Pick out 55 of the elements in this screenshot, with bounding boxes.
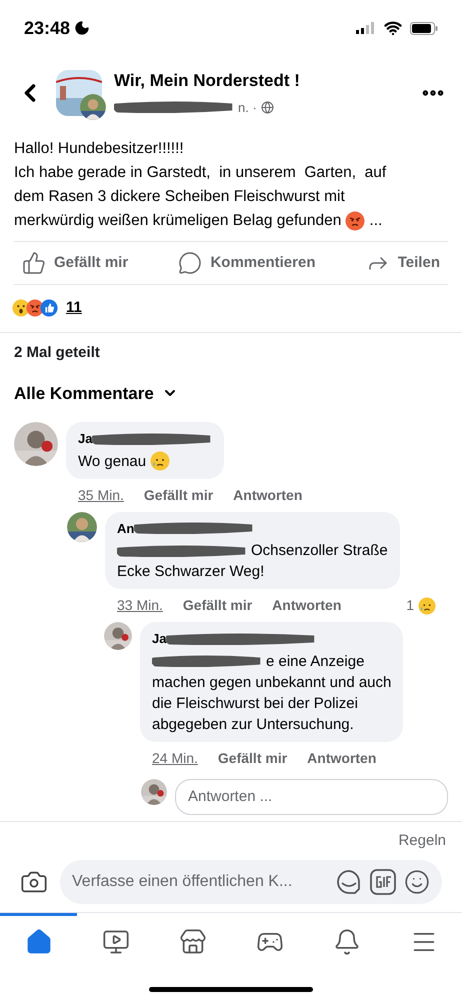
gif-icon[interactable] [370, 869, 396, 895]
comment-text: Ecke Schwarzer Weg! [117, 562, 266, 582]
like-link[interactable]: Gefällt mir [218, 748, 288, 769]
globe-icon [260, 100, 274, 114]
reply-link[interactable]: Antworten [233, 484, 302, 506]
wifi-icon [384, 19, 402, 37]
reply-field[interactable]: Antworten ... [175, 778, 448, 816]
comment-text: abgegeben zur Untersuchung. [152, 714, 355, 735]
comment-time[interactable]: 33 Min. [117, 595, 163, 616]
comment-author[interactable]: Ja [78, 429, 92, 449]
shop-icon [178, 928, 206, 956]
play-screen-icon [102, 928, 130, 956]
angry-face-icon [345, 211, 366, 232]
comment-text: Wo genau [78, 452, 146, 472]
speech-bubble-icon [178, 251, 202, 276]
sad-face-icon [150, 451, 170, 472]
share-count: 2 Mal geteilt [14, 344, 100, 361]
emoji-icon[interactable] [404, 869, 430, 895]
comment-author[interactable]: An [117, 518, 134, 538]
reply-link[interactable]: Antworten [307, 748, 376, 769]
comment-author[interactable]: Ja [152, 629, 166, 649]
bell-icon [332, 928, 360, 956]
reaction-count: 1 [406, 596, 414, 616]
reaction-count[interactable]: 11 [66, 297, 82, 320]
comment-filter[interactable]: Alle Kommentare [14, 380, 178, 406]
battery-icon [410, 22, 438, 34]
post-text: Ich habe gerade in Garstedt, in unserem Garten, auf [14, 163, 388, 184]
post-text: Hallo! Hundebesitzer!!!!!! [14, 139, 185, 159]
comment-time[interactable]: 24 Min. [152, 748, 198, 769]
post-meta: n. · [238, 98, 257, 116]
comment-text: Ochsenzoller Straße [251, 541, 388, 562]
like-button[interactable]: Gefällt mir [14, 251, 136, 276]
like-link[interactable]: Gefällt mir [144, 484, 214, 506]
signal-icon [356, 22, 376, 34]
comment-text: machen gegen unbekannt und auch [152, 672, 392, 693]
comment-text: die Fleischwurst bei der Polizei [152, 694, 359, 714]
comment-input[interactable]: Verfasse einen öffentlichen K... [60, 860, 442, 904]
moon-icon [74, 20, 90, 36]
clock: 23:48 [24, 16, 70, 40]
post-ellipsis: ... [369, 211, 382, 232]
comment-time[interactable]: 35 Min. [78, 484, 124, 506]
group-title[interactable]: Wir, Mein Norderstedt ! [114, 68, 408, 94]
reply-link[interactable]: Antworten [272, 595, 342, 616]
post-text: dem Rasen 3 dickere Scheiben Fleischwurst mit [14, 187, 346, 208]
sad-face-icon [418, 596, 436, 615]
like-link[interactable]: Gefällt mir [182, 595, 252, 616]
post-text: merkwürdig weißen krümeligen Belag gefunden [14, 211, 342, 232]
rules-link[interactable]: Regeln [398, 830, 446, 852]
thumbs-up-icon [22, 251, 46, 276]
comment-text: e eine Anzeige [266, 652, 364, 672]
like-face-icon [40, 299, 58, 318]
home-icon [24, 928, 52, 956]
share-button[interactable]: Teilen [358, 251, 448, 276]
sticker-icon[interactable] [336, 869, 362, 895]
comment-button[interactable]: Kommentieren [170, 251, 324, 276]
